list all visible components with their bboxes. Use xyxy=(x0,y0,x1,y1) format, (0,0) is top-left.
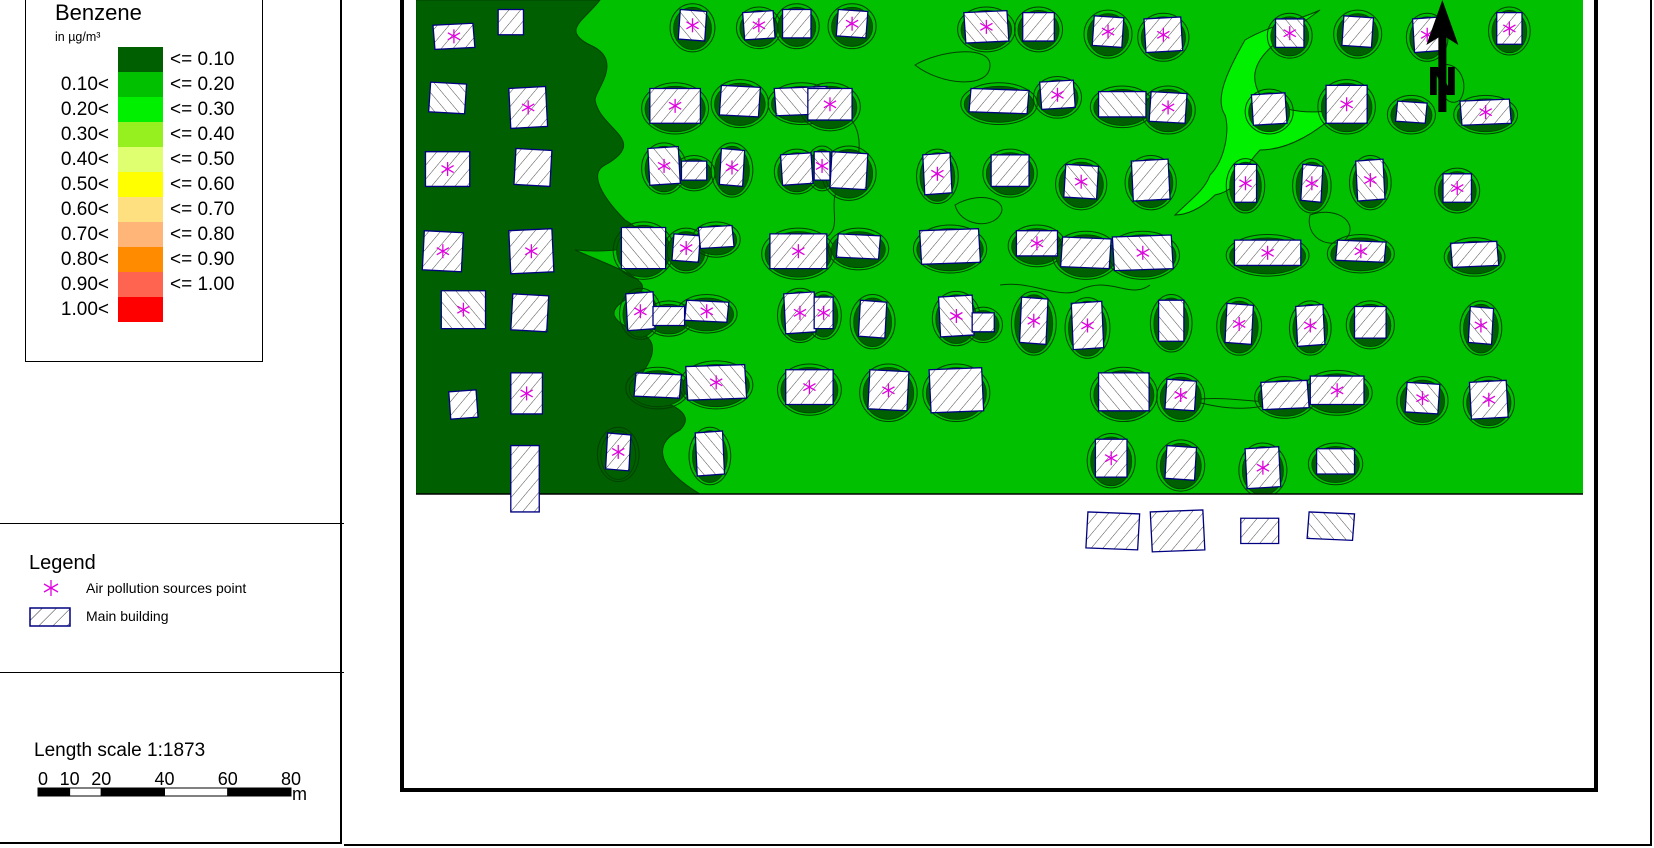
building[interactable] xyxy=(510,293,550,333)
building[interactable] xyxy=(1341,15,1375,49)
building[interactable] xyxy=(1059,236,1112,270)
building[interactable] xyxy=(1260,379,1310,411)
north-label: N xyxy=(1426,60,1458,104)
building[interactable] xyxy=(513,147,553,188)
building[interactable] xyxy=(918,228,982,265)
building[interactable] xyxy=(652,305,686,327)
building[interactable] xyxy=(829,150,869,191)
building[interactable] xyxy=(1085,511,1141,551)
building[interactable] xyxy=(718,84,762,118)
building[interactable] xyxy=(694,430,726,477)
building[interactable] xyxy=(968,87,1030,115)
building[interactable] xyxy=(928,367,985,414)
building[interactable] xyxy=(510,444,540,513)
building[interactable] xyxy=(1240,517,1280,545)
building[interactable] xyxy=(990,154,1030,188)
building[interactable] xyxy=(1149,509,1206,553)
building[interactable] xyxy=(1022,11,1055,42)
building[interactable] xyxy=(1157,299,1185,342)
building[interactable] xyxy=(1250,92,1288,126)
building[interactable] xyxy=(971,312,995,333)
building[interactable] xyxy=(497,8,525,36)
building[interactable] xyxy=(835,233,882,260)
building[interactable] xyxy=(1097,90,1147,118)
building[interactable] xyxy=(1130,158,1171,202)
building[interactable] xyxy=(1097,372,1150,412)
building[interactable] xyxy=(1449,240,1500,269)
building[interactable] xyxy=(697,224,735,250)
building[interactable] xyxy=(448,389,479,420)
building[interactable] xyxy=(427,81,468,115)
building[interactable] xyxy=(779,152,814,186)
building[interactable] xyxy=(680,160,708,181)
building[interactable] xyxy=(1315,448,1356,475)
building[interactable] xyxy=(1164,444,1198,482)
building[interactable] xyxy=(781,8,812,39)
building[interactable] xyxy=(620,226,667,270)
building[interactable] xyxy=(633,372,683,399)
building[interactable] xyxy=(857,299,888,339)
building[interactable] xyxy=(1306,511,1356,542)
concentration-map[interactable]: N xyxy=(0,0,1654,848)
building[interactable] xyxy=(1394,100,1428,124)
building[interactable] xyxy=(1353,305,1387,339)
